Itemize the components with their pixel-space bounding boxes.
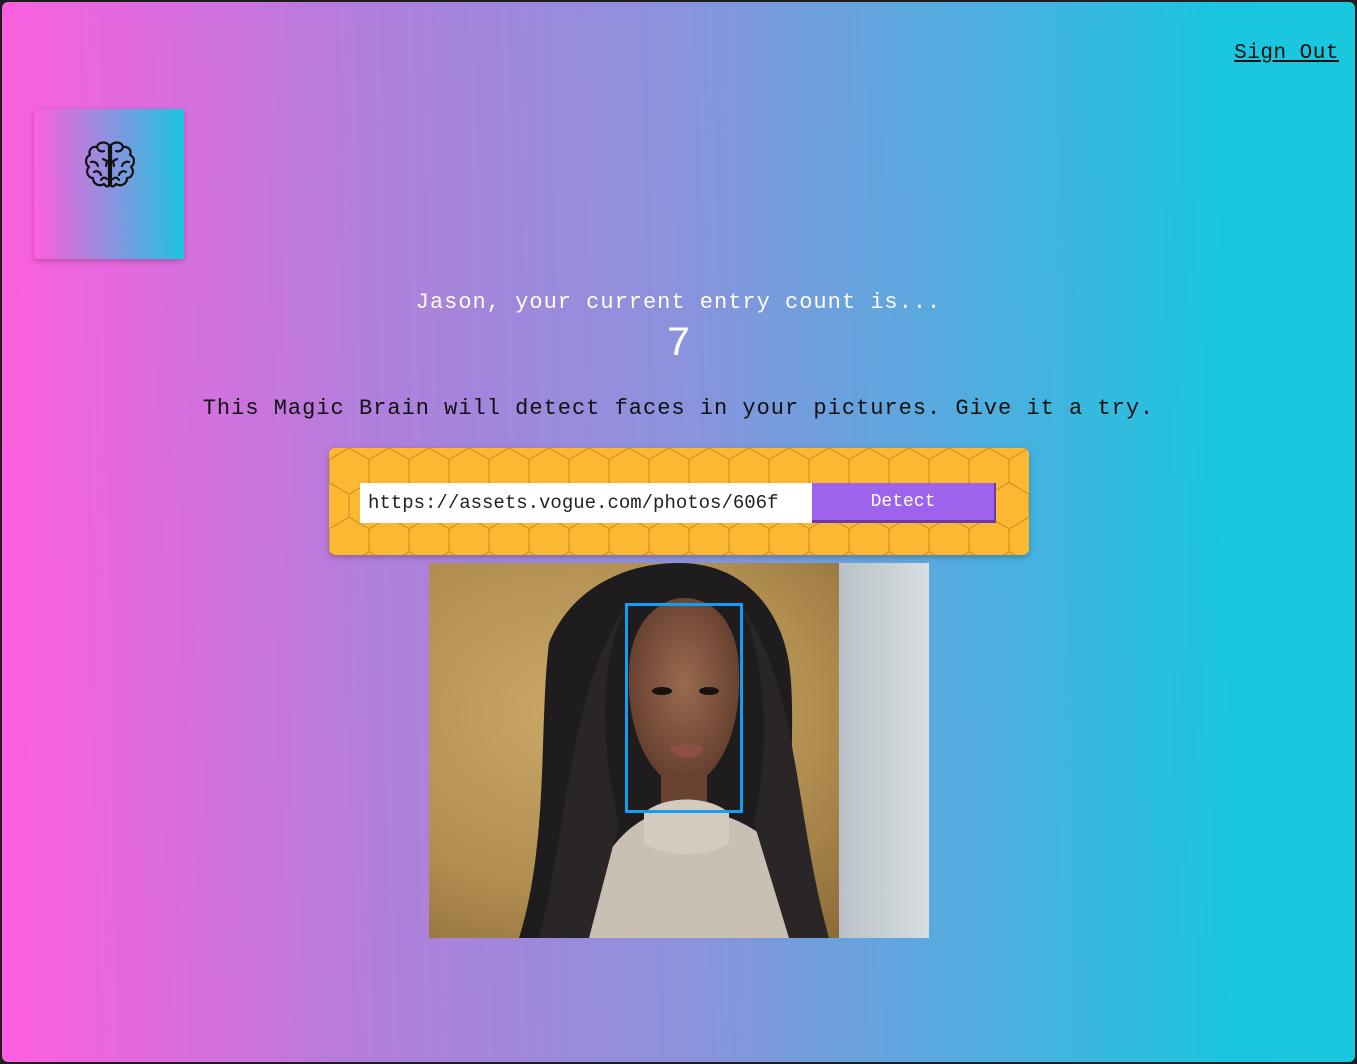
image-url-input[interactable] [360,483,812,523]
image-url-form: Detect [329,448,1029,555]
entry-count-value: 7 [665,320,692,368]
sign-out-link[interactable]: Sign Out [1234,42,1339,65]
detect-button[interactable]: Detect [812,483,996,523]
brain-icon [85,141,135,188]
logo[interactable] [34,109,184,259]
app-window: Sign Out Jason, your current entry count… [2,2,1355,1062]
face-bounding-box [625,603,743,813]
entry-count-message: Jason, your current entry count is... [415,290,942,315]
input-photo [429,563,929,938]
app-description: This Magic Brain will detect faces in yo… [202,396,1155,421]
